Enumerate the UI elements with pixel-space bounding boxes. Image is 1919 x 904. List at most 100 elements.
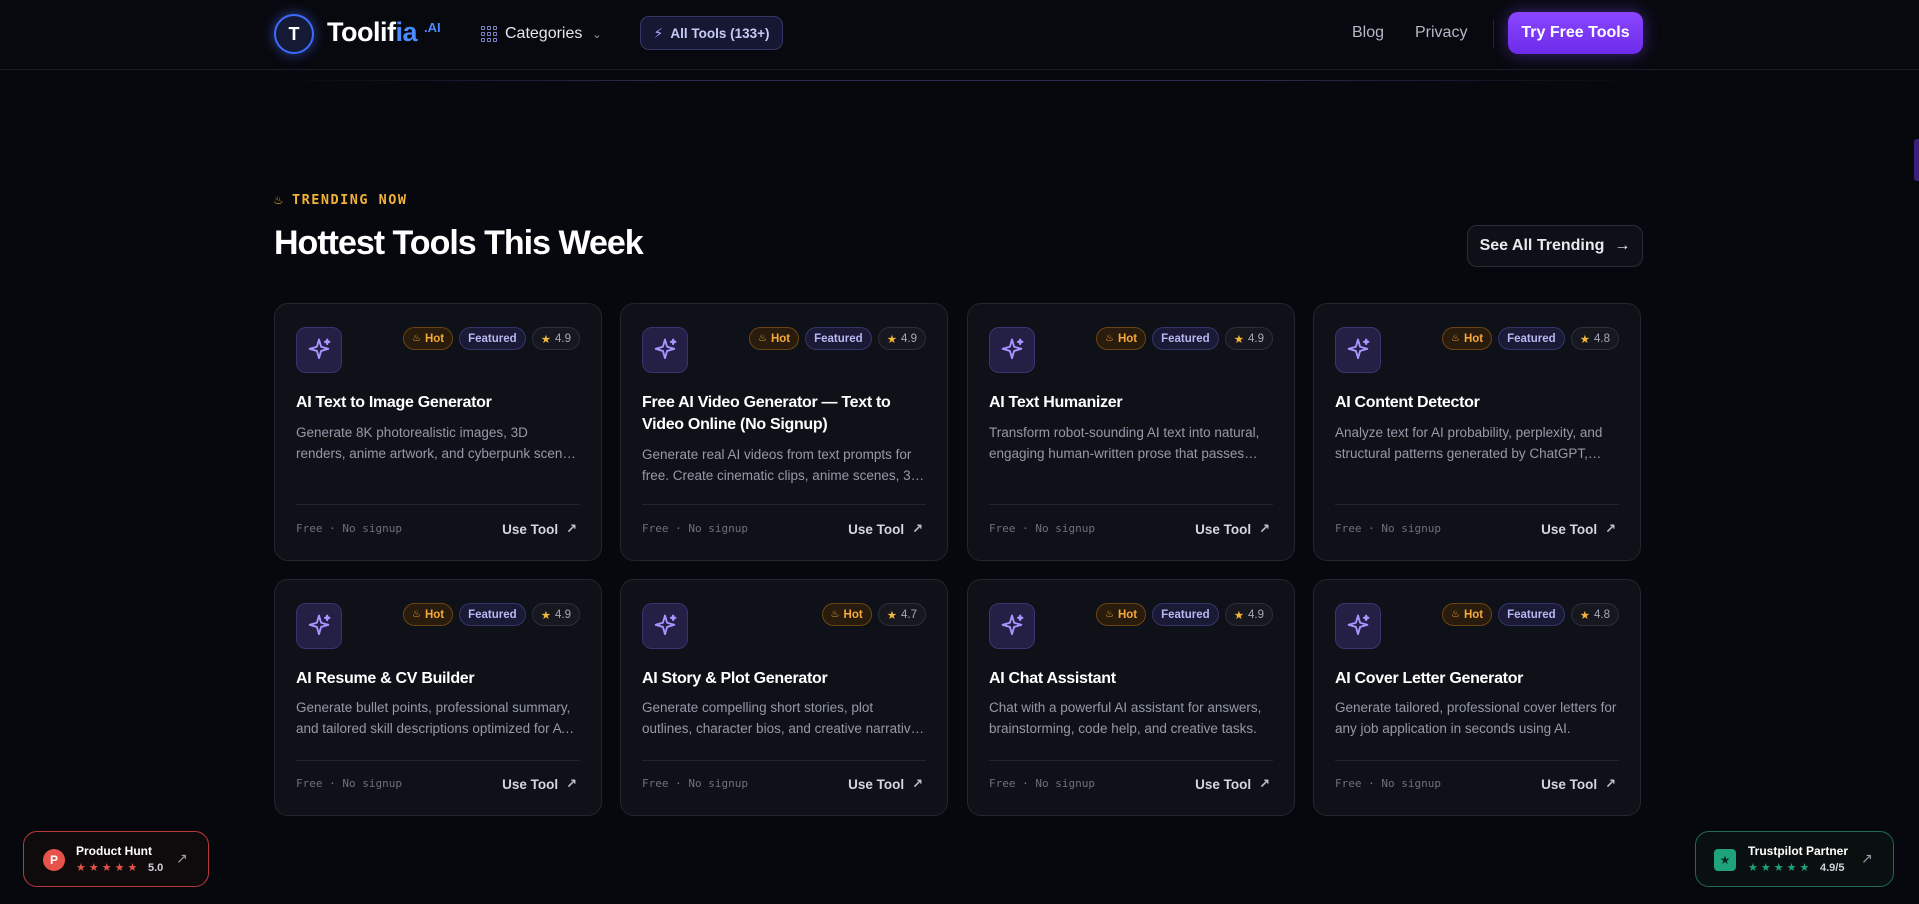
chevron-down-icon: ⌄: [592, 28, 602, 41]
nav-link-privacy[interactable]: Privacy: [1415, 24, 1467, 42]
use-tool-label: Use Tool: [848, 521, 905, 537]
flame-icon: ♨: [411, 333, 421, 344]
rating-value: 4.9: [555, 332, 571, 345]
star-icon: ★: [886, 333, 897, 346]
card-description: Generate 8K photorealistic images, 3D re…: [296, 425, 577, 461]
badge-group: ♨ Hot ★ 4.7: [821, 603, 926, 626]
card-meta: Free · No signup: [989, 522, 1095, 535]
use-tool-link[interactable]: Use Tool ↗: [502, 521, 577, 537]
card-title: AI Text Humanizer: [989, 394, 1123, 411]
card-description: Generate compelling short stories, plot …: [642, 700, 925, 736]
badge-group: ♨ Hot Featured ★ 4.9: [402, 327, 580, 350]
use-tool-link[interactable]: Use Tool ↗: [848, 776, 923, 792]
badge-group: ♨ Hot Featured ★ 4.9: [1095, 327, 1273, 350]
card-meta: Free · No signup: [296, 522, 402, 535]
trustpilot-score: 4.9/5: [1820, 862, 1845, 874]
hot-badge: ♨ Hot: [1441, 327, 1493, 350]
star-icon: ★: [1233, 609, 1244, 622]
arrow-up-right-icon: ↗: [1605, 776, 1616, 791]
card-title: AI Resume & CV Builder: [296, 670, 475, 687]
featured-badge: Featured: [1498, 603, 1565, 626]
tool-card[interactable]: ♨ Hot Featured ★ 4.9 Free AI Video Generator …: [620, 303, 948, 561]
use-tool-link[interactable]: Use Tool ↗: [1195, 521, 1270, 537]
badge-group: ♨ Hot Featured ★ 4.9: [1095, 603, 1273, 626]
use-tool-label: Use Tool: [1195, 776, 1252, 792]
card-meta: Free · No signup: [642, 522, 748, 535]
section-title: Hottest Tools This Week: [274, 224, 644, 262]
logo-text-main: Toolif: [327, 17, 396, 47]
arrow-up-right-icon: ↗: [1259, 776, 1270, 791]
star-icon: ★: [1579, 333, 1590, 346]
card-meta: Free · No signup: [989, 777, 1095, 790]
use-tool-link[interactable]: Use Tool ↗: [1541, 521, 1616, 537]
use-tool-label: Use Tool: [502, 521, 559, 537]
rating-badge: ★ 4.8: [1570, 327, 1619, 350]
card-divider: [296, 760, 580, 761]
try-free-tools-button[interactable]: Try Free Tools: [1508, 12, 1643, 54]
flame-icon: ♨: [830, 609, 840, 620]
tool-card[interactable]: ♨ Hot Featured ★ 4.9 AI Resume & CV Builder Ge…: [274, 579, 602, 816]
card-divider: [1335, 504, 1619, 505]
product-hunt-badge[interactable]: P Product Hunt ★★★★★ 5.0 ↗: [23, 831, 209, 887]
logo-text-accent: ia: [395, 17, 417, 47]
flame-icon: ♨: [757, 333, 767, 344]
tool-card[interactable]: ♨ Hot ★ 4.7 AI Story & Plot Generator Generat…: [620, 579, 948, 816]
flame-icon: ♨: [1450, 333, 1460, 344]
rating-value: 4.9: [1248, 332, 1264, 345]
use-tool-link[interactable]: Use Tool ↗: [1541, 776, 1616, 792]
use-tool-link[interactable]: Use Tool ↗: [502, 776, 577, 792]
badge-group: ♨ Hot Featured ★ 4.8: [1441, 327, 1619, 350]
card-title: AI Cover Letter Generator: [1335, 670, 1524, 687]
star-icon: ★: [1233, 333, 1244, 346]
hot-label: Hot: [1117, 332, 1138, 345]
hot-label: Hot: [424, 332, 445, 345]
rating-value: 4.8: [1594, 608, 1610, 621]
tool-card[interactable]: ♨ Hot Featured ★ 4.9 AI Text to Image Generat…: [274, 303, 602, 561]
tool-card[interactable]: ♨ Hot Featured ★ 4.9 AI Chat Assistant Chat wi…: [967, 579, 1295, 816]
nav-link-blog[interactable]: Blog: [1352, 24, 1384, 42]
product-hunt-score: 5.0: [148, 862, 164, 874]
featured-badge: Featured: [459, 327, 526, 350]
logo-text[interactable]: Toolifia: [327, 17, 417, 48]
tool-card[interactable]: ♨ Hot Featured ★ 4.8 AI Cover Letter Generato…: [1313, 579, 1641, 816]
arrow-right-icon: →: [1614, 237, 1631, 254]
featured-badge: Featured: [1152, 603, 1219, 626]
nav-divider: [1493, 20, 1494, 48]
nav-glow-divider: [274, 80, 1644, 81]
use-tool-link[interactable]: Use Tool ↗: [848, 521, 923, 537]
categories-dropdown[interactable]: Categories ⌄: [481, 22, 602, 46]
all-tools-label: All Tools (133+): [670, 25, 770, 41]
arrow-up-right-icon: ↗: [566, 776, 577, 791]
scroll-indicator[interactable]: [1914, 139, 1919, 181]
hot-label: Hot: [770, 332, 791, 345]
top-navbar: T Toolifia .AI Categories ⌄ ⚡︎ All Tools…: [0, 0, 1919, 70]
featured-badge: Featured: [1498, 327, 1565, 350]
card-title: AI Content Detector: [1335, 394, 1480, 411]
tool-card[interactable]: ♨ Hot Featured ★ 4.8 AI Content Detector Analy…: [1313, 303, 1641, 561]
star-icon: ★: [1579, 609, 1590, 622]
trustpilot-badge[interactable]: ★ Trustpilot Partner ★★★★★ 4.9/5 ↗: [1695, 831, 1894, 887]
tool-card[interactable]: ♨ Hot Featured ★ 4.9 AI Text Humanizer Transfo…: [967, 303, 1295, 561]
star-icon: ★: [540, 609, 551, 622]
card-description: Generate bullet points, professional sum…: [296, 700, 578, 736]
sparkle-icon: [296, 327, 342, 373]
sparkle-icon: [989, 603, 1035, 649]
rating-badge: ★ 4.9: [1224, 327, 1273, 350]
card-title: AI Text to Image Generator: [296, 394, 492, 411]
card-divider: [642, 504, 926, 505]
see-all-trending-button[interactable]: See All Trending →: [1467, 225, 1643, 267]
hot-label: Hot: [1117, 608, 1138, 621]
logo-icon[interactable]: T: [274, 14, 314, 54]
use-tool-label: Use Tool: [1541, 776, 1598, 792]
rating-value: 4.9: [1248, 608, 1264, 621]
use-tool-link[interactable]: Use Tool ↗: [1195, 776, 1270, 792]
use-tool-label: Use Tool: [848, 776, 905, 792]
hot-label: Hot: [424, 608, 445, 621]
arrow-up-right-icon: ↗: [1605, 521, 1616, 536]
all-tools-button[interactable]: ⚡︎ All Tools (133+): [640, 16, 783, 50]
featured-badge: Featured: [459, 603, 526, 626]
rating-value: 4.7: [901, 608, 917, 621]
bolt-icon: ⚡︎: [653, 24, 664, 41]
card-meta: Free · No signup: [1335, 522, 1441, 535]
card-meta: Free · No signup: [296, 777, 402, 790]
